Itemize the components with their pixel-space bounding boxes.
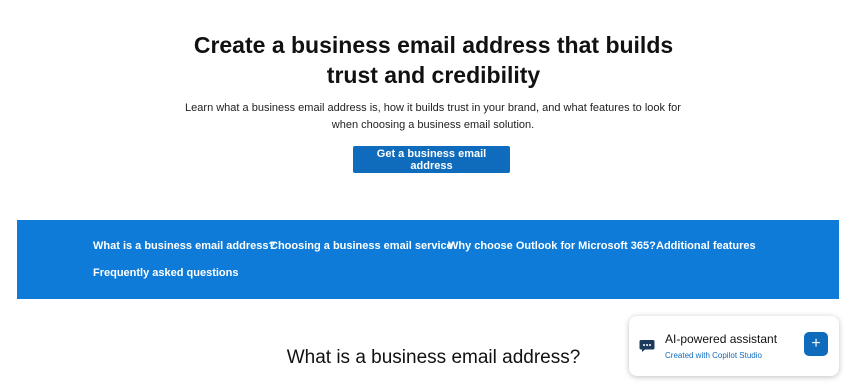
chat-bubble-icon <box>639 340 655 352</box>
ai-assistant-title: AI-powered assistant <box>665 332 778 346</box>
plus-symbol: + <box>811 335 821 352</box>
hero-description-line-1: Learn what a business email address is, … <box>185 102 681 114</box>
page-title: Create a business email address that bui… <box>0 30 867 90</box>
hero-description: Learn what a business email address is, … <box>183 100 683 134</box>
section-nav: What is a business email address? Choosi… <box>17 220 839 299</box>
page-title-line-1: Create a business email address that bui… <box>193 32 674 58</box>
get-business-email-button-label: Get a business email address <box>376 147 487 172</box>
page: Create a business email address that bui… <box>0 0 867 386</box>
ai-assistant-subtitle: Created with Copilot Studio <box>665 351 762 360</box>
nav-link-choosing-service[interactable]: Choosing a business email service <box>270 240 453 252</box>
ai-assistant-card[interactable]: AI-powered assistant Created with Copilo… <box>629 316 839 376</box>
nav-link-why-outlook[interactable]: Why choose Outlook for Microsoft 365? <box>448 240 656 252</box>
plus-icon[interactable]: + <box>804 332 828 356</box>
page-title-line-2: trust and credibility <box>326 62 541 88</box>
nav-link-faq[interactable]: Frequently asked questions <box>93 267 238 279</box>
nav-link-what-is[interactable]: What is a business email address? <box>93 240 275 252</box>
hero-description-line-2: when choosing a business email solution. <box>331 119 535 131</box>
get-business-email-button[interactable]: Get a business email address <box>353 146 510 173</box>
nav-link-additional-features[interactable]: Additional features <box>656 240 756 252</box>
